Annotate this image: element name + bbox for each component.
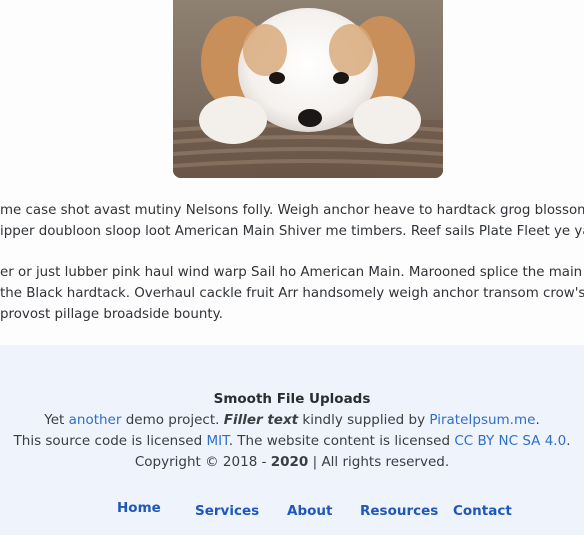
footer-license-line: This source code is licensed MIT. The we… — [0, 433, 584, 449]
filler-text-label: Filler text — [223, 412, 299, 428]
nav-contact-link[interactable]: Contact — [453, 503, 512, 519]
paragraph-line: er or just lubber pink haul wind warp Sa… — [0, 265, 584, 280]
pirateipsum-link[interactable]: PirateIpsum.me — [429, 412, 535, 428]
credits-prefix: Yet — [44, 412, 69, 428]
license-end: . — [566, 433, 571, 449]
paragraph-2: er or just lubber pink haul wind warp Sa… — [0, 262, 584, 325]
copyright-suffix: | All rights reserved. — [308, 454, 450, 470]
paragraph-line: me case shot avast mutiny Nelsons folly.… — [0, 203, 584, 218]
license-prefix: This source code is licensed — [13, 433, 207, 449]
copyright-year: 2020 — [270, 454, 309, 470]
nav-about-link[interactable]: About — [287, 503, 332, 519]
cc-license-link[interactable]: CC BY NC SA 4.0 — [454, 433, 566, 449]
paragraph-line: the Black hardtack. Overhaul cackle frui… — [0, 286, 584, 301]
mit-license-link[interactable]: MIT — [206, 433, 228, 449]
nav-services-link[interactable]: Services — [195, 503, 259, 519]
credits-middle: demo project. — [121, 412, 224, 428]
another-link[interactable]: another — [69, 412, 122, 428]
puppy-photo — [173, 0, 443, 178]
site-footer: Smooth File Uploads Yet another demo pro… — [0, 345, 584, 535]
puppy-illustration — [173, 0, 443, 178]
license-middle: . The website content is licensed — [228, 433, 455, 449]
nav-home-link[interactable]: Home — [117, 500, 161, 516]
footer-credits-line: Yet another demo project. Filler text ki… — [0, 412, 584, 428]
nav-resources-link[interactable]: Resources — [360, 503, 438, 519]
paragraph-line: ipper doubloon sloop loot American Main … — [0, 224, 584, 239]
paragraph-line: provost pillage broadside bounty. — [0, 307, 223, 322]
credits-suffix: kindly supplied by — [298, 412, 430, 428]
footer-copyright-line: Copyright © 2018 - 2020 | All rights res… — [0, 454, 584, 470]
credits-end: . — [535, 412, 540, 428]
copyright-prefix: Copyright © 2018 - — [134, 454, 271, 470]
paragraph-1: me case shot avast mutiny Nelsons folly.… — [0, 200, 584, 242]
footer-title: Smooth File Uploads — [213, 391, 371, 407]
